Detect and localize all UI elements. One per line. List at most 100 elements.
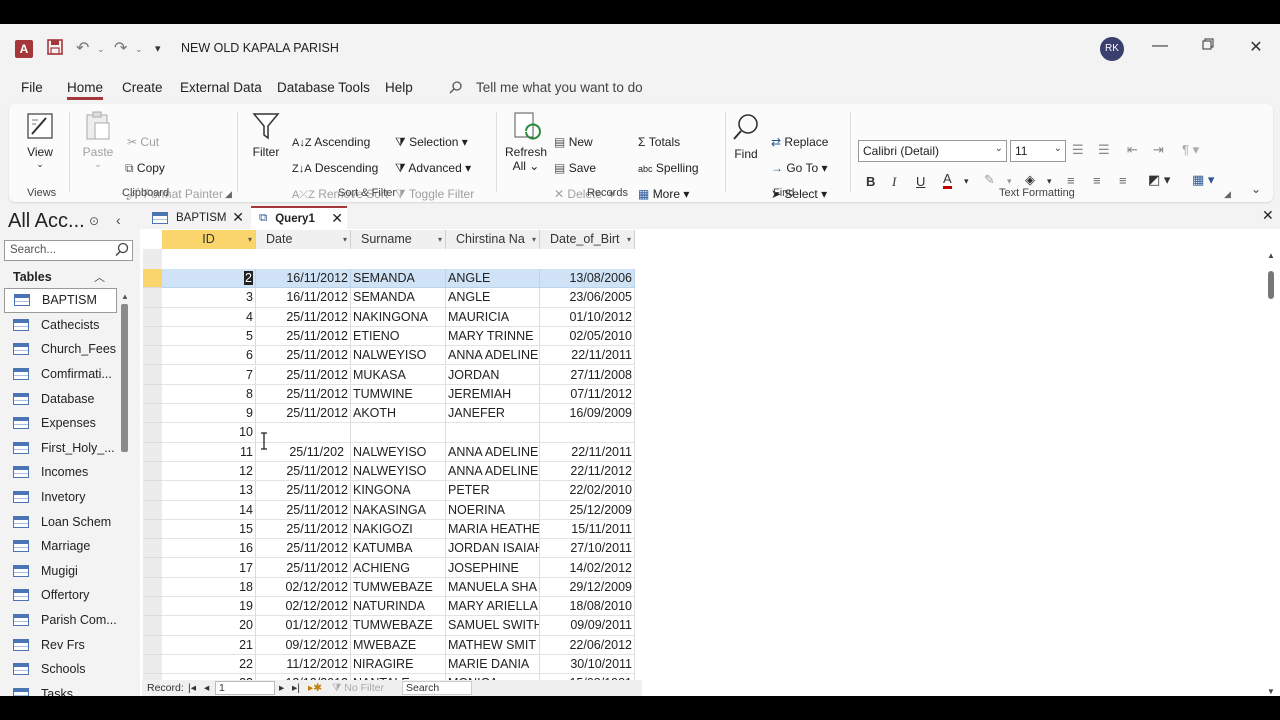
table-cell[interactable]: 20 <box>162 616 256 636</box>
nav-item-table[interactable]: Comfirmati... <box>4 362 117 387</box>
close-document-icon[interactable]: ✕ <box>1262 207 1274 224</box>
table-cell[interactable]: 25/11/2012 <box>256 481 351 501</box>
selection-button[interactable]: ⧩ Selection ▾ <box>395 135 468 150</box>
table-cell[interactable]: 18 <box>162 577 256 598</box>
table-cell[interactable]: 22/11/2011 <box>540 346 635 366</box>
paragraph-icon[interactable]: ¶ ▾ <box>1182 142 1199 158</box>
spelling-button[interactable]: abc Spelling <box>638 161 699 175</box>
table-row[interactable]: 22 11/12/2012 NIRAGIRE MARIE DANIA 30/10/201… <box>162 655 635 675</box>
underline-icon[interactable]: U <box>916 174 925 189</box>
table-cell[interactable]: 22/11/2012 <box>540 462 635 482</box>
chevron-down-icon[interactable]: ▾ <box>1047 176 1052 187</box>
table-cell[interactable]: 25/11/2012 <box>256 519 351 540</box>
table-cell[interactable]: JORDAN ISAIAH <box>446 539 540 559</box>
close-tab-icon[interactable]: ✕ <box>232 209 244 226</box>
last-record-icon[interactable]: ▸| <box>292 682 300 694</box>
column-dropdown-icon[interactable]: ▾ <box>248 230 252 249</box>
restore-icon[interactable] <box>1198 37 1218 55</box>
table-cell[interactable]: 25/11/2012 <box>256 346 351 366</box>
decrease-indent-icon[interactable]: ⇤ <box>1127 142 1138 158</box>
nav-item-table[interactable]: Marriage <box>4 534 117 559</box>
table-cell[interactable]: JANEFER <box>446 404 540 424</box>
nav-scrollbar[interactable] <box>121 304 128 452</box>
nav-item-table[interactable]: Expenses <box>4 411 117 436</box>
table-cell[interactable]: ANNA ADELINE <box>446 346 540 366</box>
table-cell[interactable]: NAKIGOZI <box>351 519 446 540</box>
cut-button[interactable]: ✂ Cut <box>127 135 159 149</box>
record-selector[interactable] <box>143 655 162 675</box>
current-record-input[interactable]: 1 <box>215 681 275 695</box>
table-cell[interactable]: 13 <box>162 481 256 501</box>
record-selector[interactable] <box>143 327 162 347</box>
align-right-icon[interactable]: ≡ <box>1119 173 1127 188</box>
nav-item-table[interactable]: Loan Schem <box>4 509 117 534</box>
table-cell[interactable]: 09/12/2012 <box>256 635 351 655</box>
table-cell[interactable]: 5 <box>162 326 256 347</box>
filter-button[interactable]: Filter <box>249 110 283 159</box>
table-cell[interactable]: NIRAGIRE <box>351 655 446 675</box>
table-row[interactable]: 11 25/11/202 NALWEYISO ANNA ADELINE 22/11/20… <box>162 442 635 462</box>
tab-home[interactable]: Home <box>67 80 104 100</box>
table-cell[interactable]: 8 <box>162 384 256 405</box>
table-cell[interactable]: MARIA HEATHE <box>446 519 540 540</box>
totals-button[interactable]: Σ Totals <box>638 135 680 149</box>
table-cell[interactable] <box>446 423 540 443</box>
chevron-down-icon[interactable]: ▾ <box>964 176 969 187</box>
table-cell[interactable]: KINGONA <box>351 481 446 501</box>
table-cell[interactable]: 01/12/2012 <box>256 616 351 636</box>
table-cell[interactable]: NAKINGONA <box>351 307 446 327</box>
table-row[interactable]: 14 25/11/2012 NAKASINGA NOERINA 25/12/2009 <box>162 500 635 520</box>
close-icon[interactable]: ✕ <box>1246 37 1266 57</box>
first-record-icon[interactable]: |◂ <box>188 682 196 694</box>
table-cell[interactable]: 17 <box>162 558 256 578</box>
tab-help[interactable]: Help <box>385 80 413 95</box>
replace-button[interactable]: ⇄ Replace <box>771 135 828 149</box>
ascending-button[interactable]: A↓Z Ascending <box>292 135 370 149</box>
table-cell[interactable]: NAKASINGA <box>351 500 446 520</box>
record-selector[interactable] <box>143 539 162 559</box>
table-cell[interactable]: 22/11/2011 <box>540 442 635 462</box>
column-header[interactable]: Date ▾ <box>256 230 351 249</box>
tab-create[interactable]: Create <box>122 80 163 95</box>
nav-search-input[interactable]: Search... <box>4 240 133 261</box>
record-search-input[interactable]: Search <box>402 681 472 695</box>
table-cell[interactable]: TUMWEBAZE <box>351 616 446 636</box>
table-cell[interactable]: 16/11/2012 <box>256 269 351 289</box>
record-selector[interactable] <box>143 423 162 443</box>
scroll-up-icon[interactable]: ▲ <box>1267 251 1275 260</box>
align-left-icon[interactable]: ≡ <box>1067 173 1075 188</box>
table-cell[interactable]: 14/02/2012 <box>540 558 635 578</box>
table-row[interactable]: 3 16/11/2012 SEMANDA ANGLE 23/06/2005 <box>162 288 635 308</box>
table-cell[interactable]: 29/12/2009 <box>540 577 635 598</box>
table-row[interactable]: 19 02/12/2012 NATURINDA MARY ARIELLA 18/08/2… <box>162 597 635 617</box>
nav-section-tables[interactable]: Tables <box>13 270 52 284</box>
table-cell[interactable]: KATUMBA <box>351 539 446 559</box>
table-cell[interactable]: NOERINA <box>446 500 540 520</box>
tell-me-search[interactable]: Tell me what you want to do <box>476 80 643 95</box>
column-header[interactable]: ID ▾ <box>162 230 256 249</box>
table-cell[interactable]: 25/11/2012 <box>256 500 351 520</box>
table-row[interactable]: 15 25/11/2012 NAKIGOZI MARIA HEATHE 15/11/20… <box>162 519 635 540</box>
table-row[interactable]: 18 02/12/2012 TUMWEBAZE MANUELA SHA 29/12/20… <box>162 577 635 598</box>
table-cell[interactable]: NALWEYISO <box>351 442 446 462</box>
column-header[interactable]: Chirstina Na ▾ <box>446 230 540 249</box>
table-row[interactable]: 12 25/11/2012 NALWEYISO ANNA ADELINE 22/11/2… <box>162 462 635 482</box>
table-cell[interactable]: 25/11/202 <box>256 442 351 462</box>
column-dropdown-icon[interactable]: ▾ <box>438 230 442 249</box>
save-record-button[interactable]: ▤ Save <box>554 161 596 175</box>
column-dropdown-icon[interactable]: ▾ <box>532 230 536 249</box>
table-cell[interactable]: 18/08/2010 <box>540 597 635 617</box>
datasheet-vertical-scrollbar[interactable]: ▲ ▼ <box>1266 251 1276 696</box>
table-cell[interactable]: AKOTH <box>351 404 446 424</box>
search-icon[interactable] <box>115 242 129 259</box>
go-to-button[interactable]: → Go To ▾ <box>771 161 828 175</box>
table-cell[interactable]: 02/12/2012 <box>256 597 351 617</box>
table-cell[interactable]: NALWEYISO <box>351 462 446 482</box>
chevron-down-icon[interactable]: ▾ <box>1007 176 1012 187</box>
bold-icon[interactable]: B <box>866 174 875 189</box>
nav-item-table[interactable]: Parish Com... <box>4 608 117 633</box>
table-cell[interactable]: ANNA ADELINE <box>446 462 540 482</box>
table-cell[interactable]: 22 <box>162 655 256 675</box>
record-selector[interactable] <box>143 288 162 308</box>
table-cell[interactable]: ETIENO <box>351 326 446 347</box>
